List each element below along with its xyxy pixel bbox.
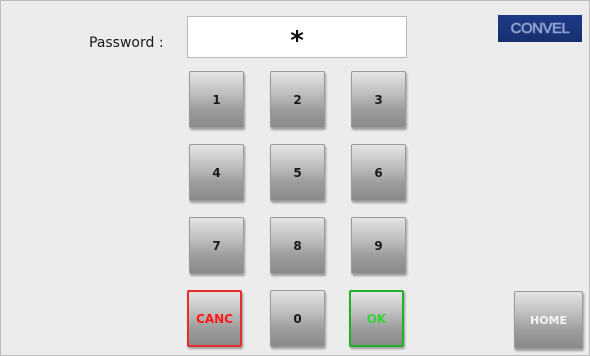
password-label: Password : <box>89 35 164 51</box>
key-3[interactable]: 3 <box>351 71 406 128</box>
home-button[interactable]: HOME <box>514 291 583 349</box>
login-screen: Password : * CONVEL 1 2 3 4 5 6 7 8 9 CA… <box>0 0 590 356</box>
ok-button[interactable]: OK <box>349 290 404 347</box>
key-4[interactable]: 4 <box>189 144 244 201</box>
key-8[interactable]: 8 <box>270 217 325 274</box>
convel-logo: CONVEL <box>498 15 582 42</box>
cancel-button[interactable]: CANC <box>187 290 242 347</box>
key-9[interactable]: 9 <box>351 217 406 274</box>
password-field[interactable]: * <box>187 16 407 58</box>
key-1[interactable]: 1 <box>189 71 244 128</box>
key-2[interactable]: 2 <box>270 71 325 128</box>
key-0[interactable]: 0 <box>270 290 325 347</box>
key-5[interactable]: 5 <box>270 144 325 201</box>
key-7[interactable]: 7 <box>189 217 244 274</box>
key-6[interactable]: 6 <box>351 144 406 201</box>
